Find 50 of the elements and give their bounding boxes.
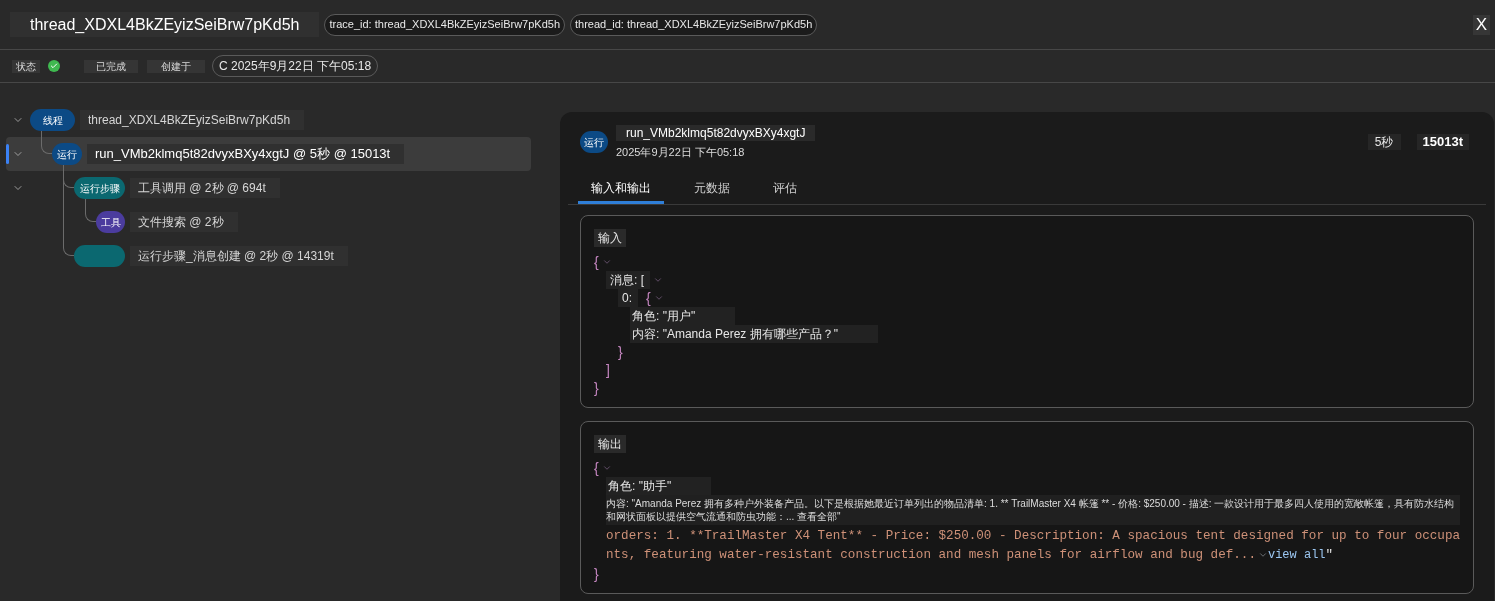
window-title: thread_XDXL4BkZEyizSeiBrw7pKd5h: [10, 12, 320, 37]
tree-connector-line: [85, 199, 96, 222]
created-label: 创建于: [147, 59, 205, 73]
close-button[interactable]: X: [1472, 14, 1490, 35]
chevron-down-icon[interactable]: [601, 463, 612, 473]
status-value: 已完成: [84, 59, 138, 73]
duration-value: 5秒: [1367, 134, 1401, 150]
tab[interactable]: 评估: [760, 177, 810, 204]
node-label[interactable]: 运行步骤_消息创建 @ 2秒 @ 14319t: [130, 246, 348, 266]
section-title: 输入: [594, 229, 626, 247]
tab[interactable]: 输入和输出: [578, 177, 664, 204]
json-brace: {: [594, 459, 599, 477]
node-label[interactable]: 工具调用 @ 2秒 @ 694t: [130, 178, 280, 198]
status-label: 状态: [12, 59, 40, 73]
json-field-text: 内容: "Amanda Perez 拥有多种户外装备产品。以下是根据她最近订单列出的物品清单: 1. ** TrailMaster X4 帐篷 ** - 价格: $250.00 - 描述: 一款设计用于最多四人使用的宽敞帐篷，具有防水结构和网状面板以提供空气流通和防虫功能：... 查看全部": [606, 495, 1460, 525]
json-field: 角色: "助手": [606, 477, 712, 495]
chevron-down-icon[interactable]: [653, 293, 664, 303]
node-badge[interactable]: 运行步骤: [74, 177, 125, 199]
node-badge[interactable]: [74, 245, 125, 267]
json-field: 内容: "Amanda Perez 拥有哪些产品？": [630, 325, 878, 343]
node-badge[interactable]: 运行: [52, 143, 82, 165]
json-brace: }: [594, 565, 599, 583]
node-label[interactable]: thread_XDXL4BkZEyizSeiBrw7pKd5h: [80, 110, 305, 130]
json-field: 角色: "用户": [630, 307, 736, 325]
run-badge: 运行: [580, 131, 608, 153]
output-content-text: orders: 1. **TrailMaster X4 Tent** - Price: $250.00 - Description: A spacious tent designed for up to four occupants, featuring water-resistant construction and mesh panels for airflow and bug def... view all": [606, 528, 1460, 564]
id-chip: thread_id: thread_XDXL4BkZEyizSeiBrw7pKd5h: [570, 13, 818, 36]
json-key: 0:: [618, 289, 638, 307]
run-title: run_VMb2klmq5t82dvyxBXy4xgtJ: [616, 125, 816, 141]
id-chip: trace_id: thread_XDXL4BkZEyizSeiBrw7pKd5h: [324, 13, 565, 36]
node-label[interactable]: 文件搜索 @ 2秒: [130, 212, 238, 232]
token-count: 15013t: [1416, 134, 1469, 150]
section-title: 输出: [594, 435, 626, 453]
node-badge[interactable]: 工具: [96, 211, 125, 233]
json-key: 消息: [: [606, 271, 650, 289]
tree-connector-line: [41, 131, 52, 154]
selected-row-highlight[interactable]: 运行 run_VMb2klmq5t82dvyxBXy4xgtJ @ 5秒 @ 15013t: [6, 137, 531, 171]
chevron-down-icon[interactable]: [601, 257, 612, 267]
json-brace: }: [618, 343, 623, 361]
json-brace: {: [594, 253, 599, 271]
node-badge[interactable]: 线程: [30, 109, 75, 131]
selection-indicator: [6, 144, 9, 164]
tab[interactable]: 元数据: [681, 177, 743, 204]
json-brace: ]: [606, 361, 610, 379]
run-date: 2025年9月22日 下午05:18: [616, 145, 746, 159]
chevron-down-icon[interactable]: [653, 275, 663, 285]
json-brace: {: [646, 289, 651, 307]
node-label[interactable]: run_VMb2klmq5t82dvyxBXy4xgtJ @ 5秒 @ 15013t: [87, 144, 405, 164]
view-all-link[interactable]: view all: [1267, 548, 1326, 562]
json-brace: }: [594, 379, 599, 397]
